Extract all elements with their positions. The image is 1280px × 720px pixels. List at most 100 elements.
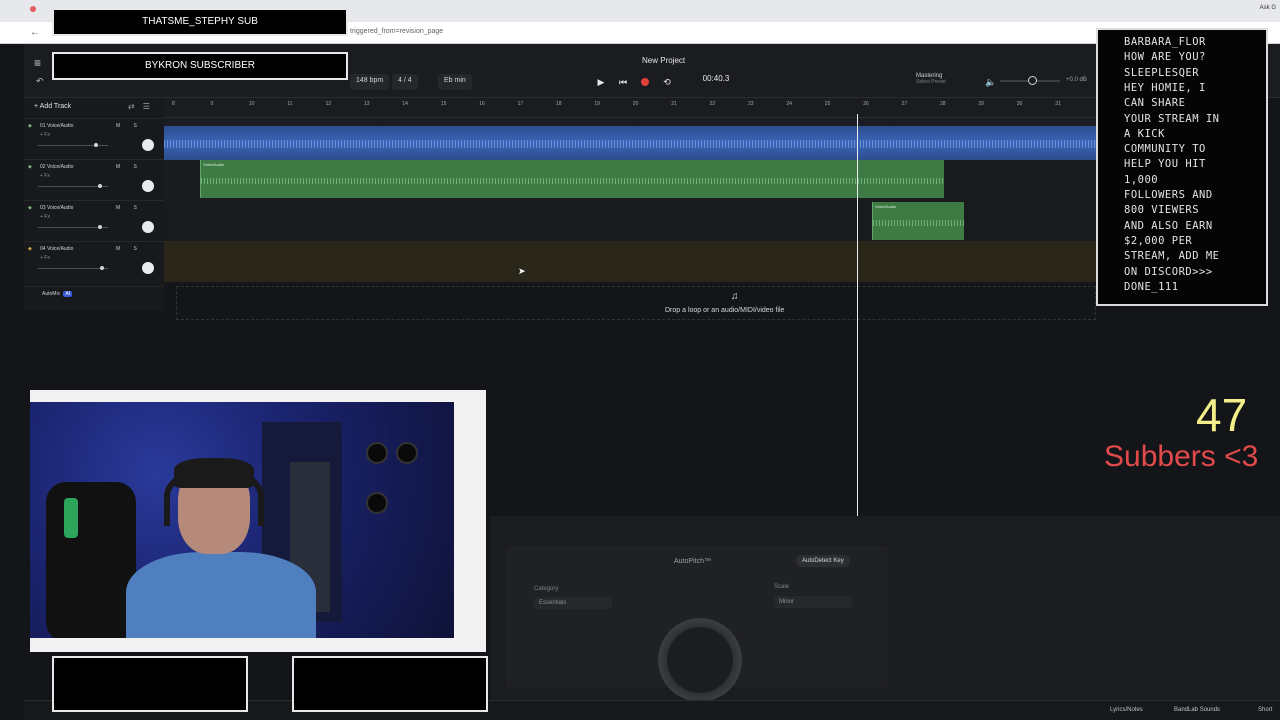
track-name[interactable]: 03 Voice/Audio — [40, 205, 73, 211]
sub-count: 47 — [1196, 389, 1248, 441]
pan-knob[interactable] — [142, 180, 154, 192]
category-select[interactable]: Essentials — [534, 597, 612, 609]
chat-overlay: BARBARA_FLOR HOW ARE YOU? SLEEPLESQER HEY H… — [1096, 28, 1268, 306]
pan-knob[interactable] — [142, 262, 154, 274]
track-row[interactable]: ◆ 03 Voice/Audio + Fx M S — [24, 200, 164, 241]
pan-knob[interactable] — [142, 139, 154, 151]
audio-clip[interactable] — [164, 126, 1096, 160]
chat-line: AND ALSO EARN — [1124, 219, 1213, 232]
ruler-tick: 18 — [556, 101, 562, 107]
gaming-chair — [46, 482, 136, 638]
track-name[interactable]: 01 Voice/Audio — [40, 123, 73, 129]
autopitch-title: AutoPitch™ — [674, 558, 711, 565]
bpm-field[interactable]: 148 bpm — [350, 74, 390, 90]
chat-line: COMMUNITY TO — [1124, 143, 1206, 156]
lane[interactable] — [164, 241, 1096, 282]
ruler-tick: 24 — [786, 101, 792, 107]
playhead[interactable] — [857, 114, 858, 516]
track-name[interactable]: 02 Voice/Audio — [40, 164, 73, 170]
mastering-selector[interactable]: Mastering Select Preset — [902, 73, 946, 85]
ruler-tick: 25 — [824, 101, 831, 107]
pitch-dial[interactable] — [658, 618, 742, 702]
timeline-ruler[interactable]: 8 9 10 11 12 13 14 15 16 17 18 19 20 21 22 23 24 25 26 27 28… — [164, 98, 1096, 118]
ruler-tick: 15 — [440, 101, 447, 107]
stream-screen: Ask G ← triggered_from=revision_page ≡ N… — [0, 0, 1280, 720]
fader-handle[interactable] — [98, 225, 102, 229]
audio-clip[interactable]: Voice/Audio — [872, 202, 964, 240]
chat-line: 1,000 — [1124, 173, 1159, 186]
chat-line: HELP YOU HIT — [1124, 158, 1206, 171]
track-fx-button[interactable]: + Fx — [40, 255, 50, 261]
track-row[interactable]: ◆ 02 Voice/Audio + Fx M S — [24, 159, 164, 200]
ruler-tick: 21 — [671, 101, 677, 107]
track-row[interactable]: ◆ 04 Voice/Audio + Fx M S — [24, 241, 164, 282]
sub-alert-banner: BYKRON SUBSCRIBER — [52, 52, 348, 80]
loop-button[interactable]: ⟲ — [660, 75, 674, 89]
autopitch-panel: AutoPitch™ AutoDetect Key Category Essen… — [506, 546, 888, 702]
track-fx-button[interactable]: + Fx — [40, 173, 50, 179]
webcam-feed — [30, 402, 454, 638]
chat-line: ON DISCORD>>> — [1124, 265, 1213, 278]
autodetect-key-button[interactable]: AutoDetect Key — [796, 555, 850, 567]
effects-panel: AutoPitch™ AutoDetect Key Category Essen… — [490, 516, 1280, 702]
bandlab-sounds-button[interactable]: BandLab Sounds — [1174, 707, 1220, 713]
mute-solo-buttons[interactable]: M S — [116, 246, 143, 252]
scale-label: Scale — [774, 584, 790, 590]
tab-close-dot[interactable] — [30, 6, 36, 12]
track-volume-fader[interactable] — [38, 143, 108, 147]
fader-handle[interactable] — [94, 143, 98, 147]
chat-line: 800 VIEWERS — [1124, 204, 1200, 217]
ruler-tick: 8 — [172, 101, 175, 107]
fader-handle[interactable] — [100, 266, 104, 270]
ruler-tick: 16 — [479, 101, 485, 107]
ruler-tick: 9 — [210, 101, 214, 107]
track-volume-fader[interactable] — [38, 225, 108, 229]
drop-zone[interactable]: ♫ Drop a loop or an audio/MIDI/video fil… — [176, 286, 1096, 320]
url-text[interactable]: triggered_from=revision_page — [350, 28, 443, 35]
undo-icon[interactable]: ↶ — [36, 76, 44, 87]
speaker-icon[interactable]: 🔈 — [984, 75, 998, 89]
track-volume-fader[interactable] — [38, 184, 108, 188]
menu-icon[interactable]: ≡ — [34, 56, 41, 70]
track-row[interactable]: ◆ 01 Voice/Audio + Fx M S — [24, 118, 164, 159]
project-title[interactable]: New Project — [642, 56, 685, 65]
music-note-icon: ♫ — [731, 291, 739, 302]
shortcuts-button[interactable]: Short — [1258, 707, 1272, 713]
record-button[interactable] — [638, 75, 652, 89]
ruler-tick: 12 — [325, 101, 332, 107]
track-fx-button[interactable]: + Fx — [40, 214, 50, 220]
track-fx-button[interactable]: + Fx — [40, 132, 50, 138]
mouse-cursor-icon: ➤ — [518, 266, 526, 276]
mute-solo-buttons[interactable]: M S — [116, 164, 143, 170]
chat-line: HEY HOMIE, I — [1124, 81, 1206, 94]
rewind-button[interactable]: ⏮ — [616, 75, 630, 89]
back-arrow-icon[interactable]: ← — [30, 27, 40, 38]
clip-label: Voice/Audio — [203, 162, 225, 167]
add-track-label: Add Track — [39, 103, 72, 110]
track-color-icon: ◆ — [28, 205, 32, 211]
lyrics-button[interactable]: Lyrics/Notes — [1110, 707, 1143, 713]
fader-handle[interactable] — [98, 184, 102, 188]
chat-line: $2,000 PER — [1124, 234, 1193, 247]
track-lanes[interactable]: Voice/Audio Voice/Audio — [164, 118, 1096, 284]
key-field[interactable]: Eb min — [438, 74, 472, 90]
master-volume-knob[interactable] — [1028, 76, 1037, 85]
mute-solo-buttons[interactable]: M S — [116, 205, 143, 211]
track-name[interactable]: 04 Voice/Audio — [40, 246, 73, 252]
track-tools-icon[interactable]: ⇄☰ — [128, 102, 158, 111]
track-color-icon: ◆ — [28, 246, 32, 252]
audio-clip[interactable]: Voice/Audio — [200, 160, 944, 198]
chair-accent — [64, 498, 78, 538]
browser-tab-right[interactable]: Ask G — [1260, 5, 1276, 11]
scale-select[interactable]: Minor — [774, 596, 852, 608]
waveform — [201, 178, 944, 184]
time-signature-field[interactable]: 4 / 4 — [392, 74, 418, 90]
automix-row[interactable]: AutoMix AI — [24, 286, 164, 300]
ruler-tick: 13 — [364, 101, 370, 107]
pan-knob[interactable] — [142, 221, 154, 233]
play-button[interactable]: ▶ — [594, 75, 608, 89]
track-volume-fader[interactable] — [38, 266, 108, 270]
mute-solo-buttons[interactable]: M S — [116, 123, 143, 129]
add-track-button[interactable]: + Add Track — [34, 103, 71, 110]
overlay-frame — [292, 656, 488, 712]
